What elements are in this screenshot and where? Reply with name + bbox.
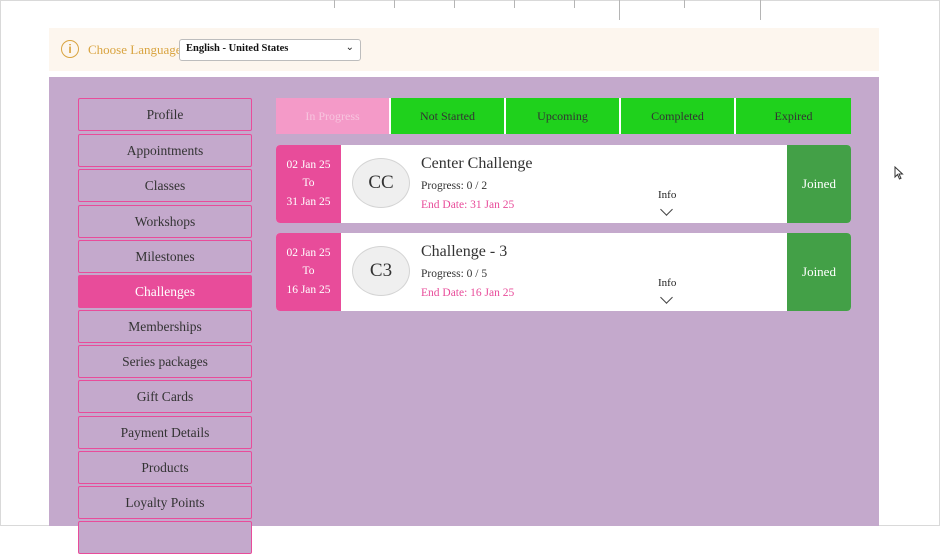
top-strip-remnant: [330, 0, 770, 22]
end-date: 16 Jan 25: [286, 284, 331, 296]
challenge-progress: Progress: 0 / 2: [421, 180, 488, 192]
sidebar-item-profile[interactable]: Profile: [78, 98, 252, 131]
sidebar-item-appointments[interactable]: Appointments: [78, 134, 252, 167]
tab-upcoming[interactable]: Upcoming: [506, 98, 621, 134]
tab-expired[interactable]: Expired: [736, 98, 851, 134]
start-date: 02 Jan 25: [286, 159, 331, 171]
info-toggle-label[interactable]: Info: [658, 189, 676, 201]
challenge-progress: Progress: 0 / 5: [421, 268, 488, 280]
challenge-card: 02 Jan 25 To 16 Jan 25 C3 Challenge - 3 …: [276, 233, 851, 311]
sidebar-item-label: Series packages: [122, 354, 208, 369]
sidebar-item-classes[interactable]: Classes: [78, 169, 252, 202]
top-divider: [760, 0, 761, 20]
date-to-label: To: [302, 177, 315, 189]
sidebar-item-label: Payment Details: [120, 425, 210, 440]
main-panel: Profile Appointments Classes Workshops M…: [49, 77, 879, 554]
choose-language-label: Choose Language: [88, 42, 182, 57]
chevron-down-icon[interactable]: [660, 203, 673, 216]
sidebar-item-label: Gift Cards: [136, 389, 194, 404]
joined-button[interactable]: Joined: [787, 233, 851, 311]
top-divider: [514, 0, 515, 8]
sidebar-item-milestones[interactable]: Milestones: [78, 240, 252, 273]
language-select-value: English - United States: [186, 43, 289, 54]
top-divider: [334, 0, 335, 8]
info-toggle-label[interactable]: Info: [658, 277, 676, 289]
sidebar-item-label: Milestones: [135, 249, 195, 264]
challenge-end-date: End Date: 16 Jan 25: [421, 287, 515, 299]
sidebar-item-challenges[interactable]: Challenges: [78, 275, 252, 308]
sidebar-item-label: Workshops: [134, 214, 196, 229]
challenge-end-date: End Date: 31 Jan 25: [421, 199, 515, 211]
sidebar-item-gift-cards[interactable]: Gift Cards: [78, 380, 252, 413]
sidebar-item-workshops[interactable]: Workshops: [78, 205, 252, 238]
challenge-title: Center Challenge: [421, 155, 533, 172]
sidebar-item-payment-details[interactable]: Payment Details: [78, 416, 252, 449]
top-divider: [619, 0, 620, 20]
challenge-status-tabs: In Progress Not Started Upcoming Complet…: [276, 98, 851, 134]
info-icon: i: [61, 40, 79, 58]
sidebar-item-label: Challenges: [135, 284, 195, 299]
sidebar-item-label: Loyalty Points: [125, 495, 205, 510]
challenge-title: Challenge - 3: [421, 243, 508, 260]
language-select[interactable]: English - United States ⌄: [179, 39, 361, 61]
date-to-label: To: [302, 265, 315, 277]
tab-completed[interactable]: Completed: [621, 98, 736, 134]
sidebar-item-loyalty-points[interactable]: Loyalty Points: [78, 486, 252, 519]
challenge-avatar: CC: [352, 158, 410, 208]
top-divider: [454, 0, 455, 8]
challenge-date-range: 02 Jan 25 To 31 Jan 25: [276, 145, 341, 223]
sidebar-item-label: Memberships: [128, 319, 202, 334]
sidebar-item-label: Appointments: [126, 143, 204, 158]
sidebar-item-products[interactable]: Products: [78, 451, 252, 484]
joined-button[interactable]: Joined: [787, 145, 851, 223]
top-divider: [574, 0, 575, 8]
top-divider: [394, 0, 395, 8]
tab-not-started[interactable]: Not Started: [391, 98, 506, 134]
chevron-down-icon: ⌄: [345, 42, 354, 53]
chevron-down-icon[interactable]: [660, 291, 673, 304]
start-date: 02 Jan 25: [286, 247, 331, 259]
challenge-card: 02 Jan 25 To 31 Jan 25 CC Center Challen…: [276, 145, 851, 223]
tab-in-progress[interactable]: In Progress: [276, 98, 391, 134]
mouse-cursor-icon: [894, 166, 904, 180]
sidebar-item-label: Profile: [146, 107, 184, 122]
top-divider: [684, 0, 685, 8]
sidebar-item-series-packages[interactable]: Series packages: [78, 345, 252, 378]
end-date: 31 Jan 25: [286, 196, 331, 208]
sidebar-item-label: Products: [141, 460, 189, 475]
challenge-avatar: C3: [352, 246, 410, 296]
language-bar: i Choose Language English - United State…: [49, 28, 879, 71]
sidebar-item-memberships[interactable]: Memberships: [78, 310, 252, 343]
challenge-date-range: 02 Jan 25 To 16 Jan 25: [276, 233, 341, 311]
sidebar-item-label: Classes: [144, 178, 186, 193]
